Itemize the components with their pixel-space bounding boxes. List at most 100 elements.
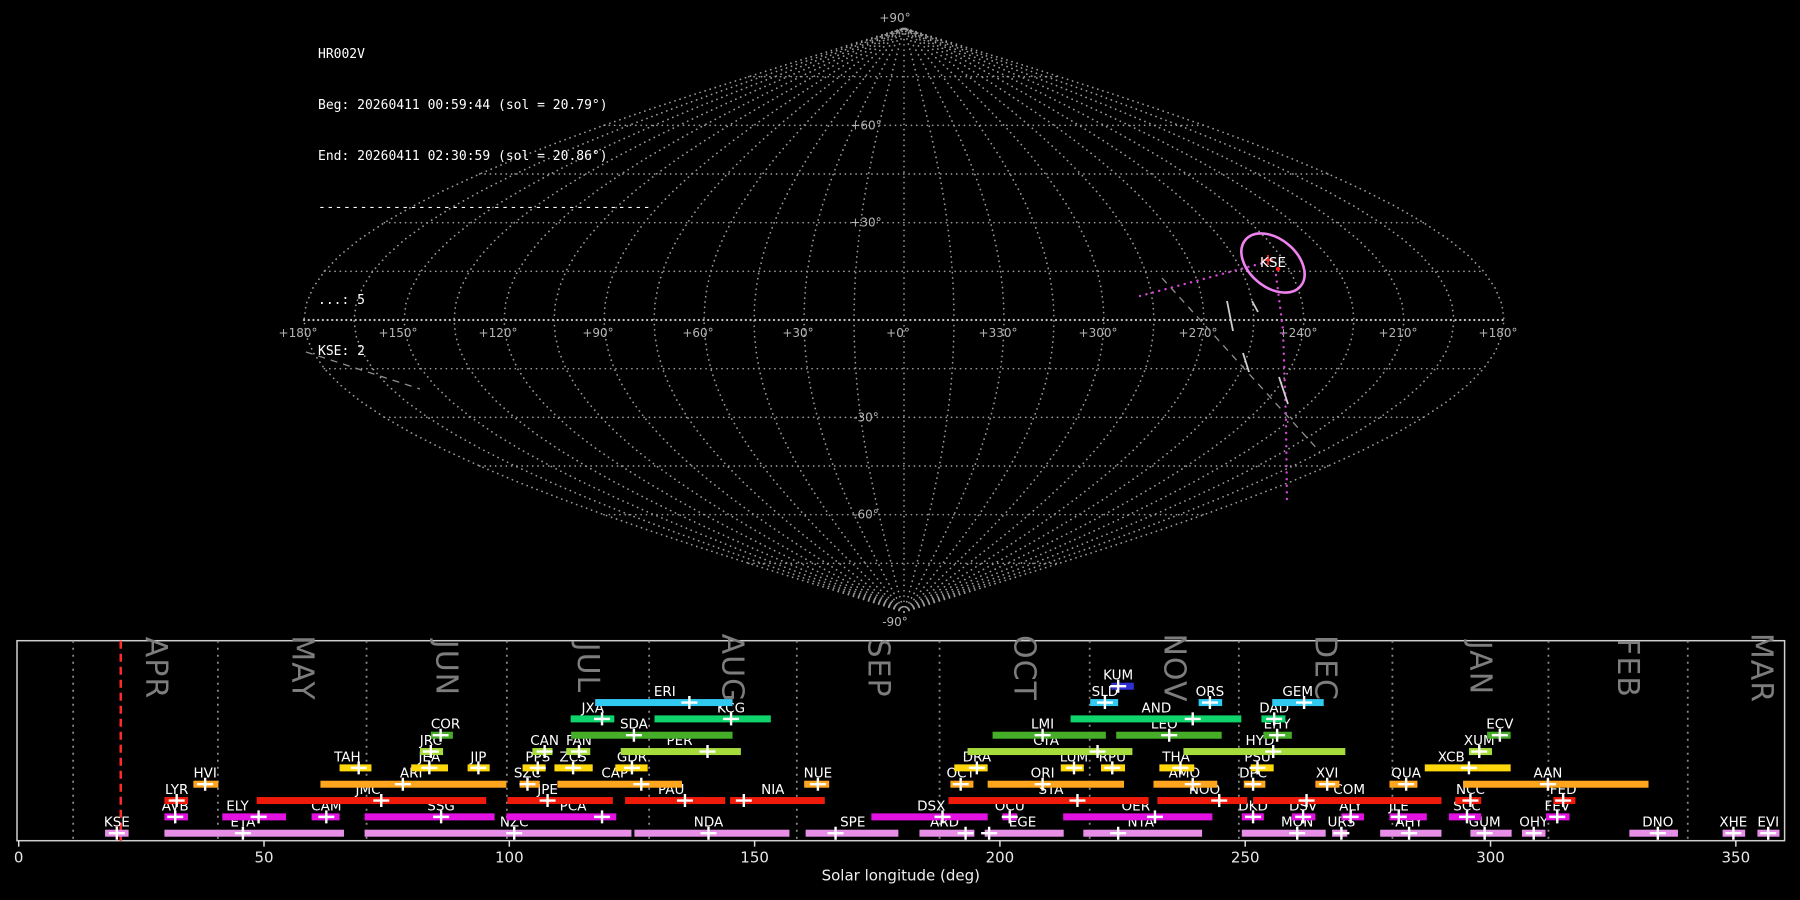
shower-code: NUE bbox=[804, 766, 833, 782]
shower-bar bbox=[948, 797, 1148, 804]
session-info: HR002V Beg: 20260411 00:59:44 (sol = 20.… bbox=[318, 12, 651, 394]
shower-code: EVI bbox=[1757, 815, 1779, 831]
shower-code: AAN bbox=[1533, 766, 1562, 782]
shower-code: LMI bbox=[1031, 717, 1054, 733]
month-label-mar: MAR bbox=[1744, 633, 1779, 703]
shower-bar bbox=[557, 781, 682, 788]
shower-bar bbox=[1063, 813, 1212, 820]
shower-peak-cross bbox=[681, 696, 697, 709]
shower-bar bbox=[320, 781, 506, 788]
shower-ors: ORS bbox=[1196, 684, 1225, 709]
shower-peak-cross bbox=[981, 827, 997, 840]
month-label-oct: OCT bbox=[1007, 635, 1042, 701]
shower-peak-cross bbox=[1110, 827, 1126, 840]
shower-code: ORI bbox=[1031, 766, 1055, 782]
shower-bar bbox=[988, 781, 1124, 788]
shower-qua: QUA bbox=[1389, 766, 1421, 791]
shower-code: COR bbox=[431, 717, 460, 733]
shower-evi: EVI bbox=[1757, 815, 1779, 840]
count-unclassified: ...: 5 bbox=[318, 292, 651, 309]
shower-cor: COR bbox=[431, 717, 460, 742]
shower-bar bbox=[1071, 715, 1242, 722]
shower-dno: DNO bbox=[1629, 815, 1678, 840]
month-label-may: MAY bbox=[284, 635, 319, 700]
x-tick-label: 350 bbox=[1722, 849, 1751, 867]
shower-code: NIA bbox=[761, 782, 785, 798]
shower-peak-cross bbox=[1185, 712, 1201, 725]
shower-code: ERI bbox=[654, 684, 676, 700]
shower-ohy: OHY bbox=[1519, 815, 1549, 840]
shower-bar bbox=[1253, 797, 1441, 804]
shower-code: SPE bbox=[840, 815, 865, 831]
shower-ecv: ECV bbox=[1486, 717, 1514, 742]
shower-bar bbox=[1083, 830, 1202, 837]
session-end: End: 20260411 02:30:59 (sol = 20.86°) bbox=[318, 148, 651, 165]
grid-lat-label: -30° bbox=[853, 410, 879, 424]
shower-code: ORS bbox=[1196, 684, 1225, 700]
grid-lat-label: -60° bbox=[853, 508, 879, 522]
shower-bar bbox=[595, 699, 732, 706]
shower-code: NDA bbox=[694, 815, 724, 831]
shower-code: KSE bbox=[104, 815, 130, 831]
grid-lat-label: -90° bbox=[882, 615, 908, 629]
grid-lat-label: +60° bbox=[850, 118, 881, 132]
x-axis-title: Solar longitude (deg) bbox=[822, 867, 980, 885]
shower-code: SDA bbox=[620, 717, 649, 733]
x-tick-label: 50 bbox=[254, 849, 273, 867]
shower-code: OHY bbox=[1519, 815, 1549, 831]
grid-lon-label: +180° bbox=[1479, 326, 1518, 340]
grid-lon-label: +270° bbox=[1179, 326, 1218, 340]
month-label-nov: NOV bbox=[1156, 633, 1191, 702]
shower-bar bbox=[1157, 797, 1247, 804]
x-tick-label: 200 bbox=[986, 849, 1015, 867]
shower-eri: ERI bbox=[595, 684, 732, 709]
shower-code: ECV bbox=[1486, 717, 1514, 733]
shower-xvi: XVI bbox=[1315, 766, 1339, 791]
shower-can: CAN bbox=[530, 733, 559, 758]
shower-code: DSX bbox=[917, 798, 945, 814]
shower-peak-cross bbox=[736, 794, 752, 807]
shower-nda: NDA bbox=[634, 815, 789, 840]
grid-lon-label: +300° bbox=[1079, 326, 1118, 340]
shower-bar bbox=[621, 748, 741, 755]
session-id: HR002V bbox=[318, 46, 651, 63]
month-label-aug: AUG bbox=[715, 634, 750, 703]
shower-code: JIP bbox=[469, 749, 486, 765]
shower-kse: KSE bbox=[104, 815, 130, 840]
shower-bar bbox=[625, 797, 725, 804]
x-tick-label: 0 bbox=[14, 849, 24, 867]
grid-lon-label: +210° bbox=[1379, 326, 1418, 340]
x-tick-label: 300 bbox=[1476, 849, 1505, 867]
spacer bbox=[318, 250, 651, 258]
shower-code: HVI bbox=[193, 766, 216, 782]
meteor-segment bbox=[1227, 301, 1233, 331]
shower-code: AND bbox=[1142, 700, 1172, 716]
grid-lon-label: +240° bbox=[1279, 326, 1318, 340]
grid-lat-label: +90° bbox=[879, 11, 910, 25]
month-label-apr: APR bbox=[138, 637, 173, 699]
shower-code: LYR bbox=[165, 782, 188, 798]
x-tick-label: 100 bbox=[495, 849, 524, 867]
x-tick-label: 150 bbox=[740, 849, 769, 867]
shower-peak-cross bbox=[700, 745, 716, 758]
month-label-jun: JUN bbox=[429, 638, 464, 696]
shower-bar bbox=[806, 830, 899, 837]
shower-hvi: HVI bbox=[193, 766, 218, 791]
separator: ---------------------------------------- bbox=[318, 199, 651, 216]
shower-code: XCB bbox=[1438, 749, 1465, 765]
shower-bar bbox=[257, 797, 487, 804]
shower-code: KUM bbox=[1103, 668, 1133, 684]
shower-peak-cross bbox=[958, 827, 974, 840]
shower-xcb: XCB bbox=[1425, 749, 1511, 774]
shower-code: QUA bbox=[1391, 766, 1422, 782]
month-label-feb: FEB bbox=[1610, 638, 1645, 698]
shower-code: TAH bbox=[333, 749, 361, 765]
shower-bar bbox=[655, 715, 771, 722]
shower-bar bbox=[871, 813, 987, 820]
reference-dashed-line bbox=[1162, 278, 1320, 452]
shower-peak-cross bbox=[594, 810, 610, 823]
shower-code: XHE bbox=[1719, 815, 1747, 831]
shower-bar bbox=[164, 830, 344, 837]
shower-code: ELY bbox=[226, 798, 249, 814]
grid-lon-label: +60° bbox=[682, 326, 713, 340]
